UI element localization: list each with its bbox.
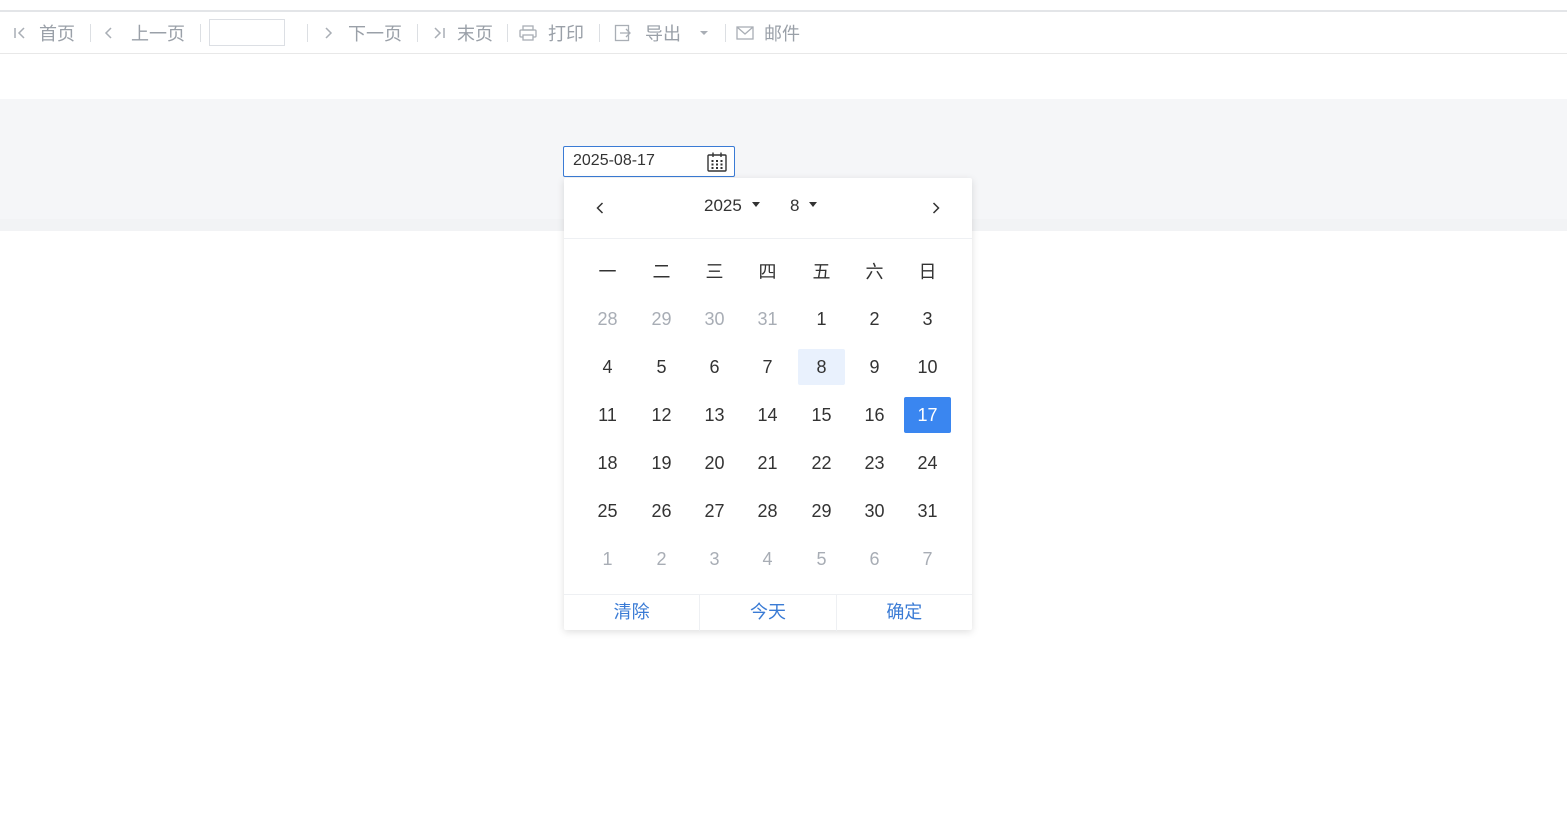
calendar-day[interactable]: 21 [744,445,791,481]
clear-button[interactable]: 清除 [564,595,699,631]
calendar-day[interactable]: 31 [904,493,951,529]
calendar-day[interactable]: 11 [584,397,631,433]
calendar-day[interactable]: 27 [691,493,738,529]
export-button[interactable]: 导出 [614,12,709,53]
prev-month-button[interactable] [590,198,610,218]
date-input[interactable]: 2025-08-17 [563,146,735,177]
toolbar-divider [307,23,308,42]
next-page-label: 下一页 [348,23,402,44]
today-button[interactable]: 今天 [699,595,835,631]
month-value: 8 [790,196,800,215]
mail-label: 邮件 [764,23,800,44]
calendar-day[interactable]: 3 [691,541,738,577]
weekday-label: 二 [652,262,671,282]
first-page-icon [13,26,27,40]
toolbar-divider [417,23,418,42]
calendar-day[interactable]: 22 [798,445,845,481]
chevron-left-icon [104,26,114,40]
calendar-day-today[interactable]: 8 [798,349,845,385]
calendar-day[interactable]: 3 [904,301,951,337]
calendar-day[interactable]: 20 [691,445,738,481]
calendar-day[interactable]: 23 [851,445,898,481]
print-button[interactable]: 打印 [519,12,584,53]
first-page-button[interactable]: 首页 [13,12,75,53]
calendar-day[interactable]: 18 [584,445,631,481]
date-picker-popup: 2025 8 一 二 三 四 五 六 日 28 29 30 31 1 2 3 4… [564,178,972,631]
calendar-day[interactable]: 13 [691,397,738,433]
calendar-day[interactable]: 5 [638,349,685,385]
mail-icon [736,25,754,40]
month-select[interactable]: 8 [790,196,818,216]
calendar-day-selected[interactable]: 17 [904,397,951,433]
calendar-day[interactable]: 2 [851,301,898,337]
next-page-button[interactable]: 下一页 [323,12,402,53]
prev-page-button[interactable]: 上一页 [104,12,185,53]
weekday-label: 三 [705,262,724,282]
calendar-icon[interactable] [706,151,728,178]
prev-page-label: 上一页 [131,23,185,44]
calendar-day[interactable]: 29 [638,301,685,337]
toolbar-divider [90,23,91,42]
calendar-day[interactable]: 9 [851,349,898,385]
toolbar-divider [200,23,201,42]
date-input-value: 2025-08-17 [573,152,655,169]
calendar-day[interactable]: 1 [798,301,845,337]
toolbar-divider [725,23,726,42]
year-value: 2025 [704,196,742,215]
print-label: 打印 [548,23,584,44]
last-page-icon [432,26,446,40]
calendar-day[interactable]: 28 [584,301,631,337]
last-page-button[interactable]: 末页 [432,12,493,53]
calendar-day[interactable]: 2 [638,541,685,577]
calendar-day[interactable]: 26 [638,493,685,529]
toolbar-divider [599,23,600,42]
next-month-button[interactable] [926,198,946,218]
calendar-day[interactable]: 15 [798,397,845,433]
printer-icon [519,24,537,41]
calendar-day[interactable]: 14 [744,397,791,433]
calendar-day[interactable]: 24 [904,445,951,481]
weekday-label: 日 [918,262,937,282]
calendar-day[interactable]: 6 [691,349,738,385]
mail-button[interactable]: 邮件 [736,12,800,53]
calendar-day[interactable]: 31 [744,301,791,337]
year-select[interactable]: 2025 [704,196,760,216]
calendar-day[interactable]: 7 [744,349,791,385]
calendar-day[interactable]: 6 [851,541,898,577]
weekday-label: 六 [865,262,884,282]
weekday-label: 五 [812,262,831,282]
calendar-day[interactable]: 4 [744,541,791,577]
export-icon [614,24,632,42]
page-number-input[interactable] [209,19,285,46]
weekday-label: 四 [758,262,777,282]
calendar-day[interactable]: 29 [798,493,845,529]
date-picker-header: 2025 8 [564,178,972,239]
export-label: 导出 [645,23,681,44]
chevron-right-icon [323,26,333,40]
calendar-day[interactable]: 10 [904,349,951,385]
calendar-day[interactable]: 12 [638,397,685,433]
calendar-day[interactable]: 7 [904,541,951,577]
calendar-day[interactable]: 30 [691,301,738,337]
first-page-label: 首页 [39,23,75,44]
calendar-day[interactable]: 19 [638,445,685,481]
date-picker-footer: 清除 今天 确定 [564,594,972,631]
chevron-left-icon [596,202,604,214]
weekday-label: 一 [598,262,617,282]
calendar-day[interactable]: 28 [744,493,791,529]
calendar-day[interactable]: 4 [584,349,631,385]
confirm-button[interactable]: 确定 [835,595,972,631]
calendar-day[interactable]: 5 [798,541,845,577]
calendar-day[interactable]: 1 [584,541,631,577]
caret-down-icon [809,202,818,208]
caret-down-icon [751,202,760,208]
toolbar-divider [507,23,508,42]
caret-down-icon [699,30,709,36]
calendar-day[interactable]: 16 [851,397,898,433]
chevron-right-icon [932,202,940,214]
calendar-day[interactable]: 30 [851,493,898,529]
calendar-day[interactable]: 25 [584,493,631,529]
report-toolbar: 首页 上一页 下一页 末页 打印 导出 邮件 [0,12,1567,54]
last-page-label: 末页 [457,23,493,44]
